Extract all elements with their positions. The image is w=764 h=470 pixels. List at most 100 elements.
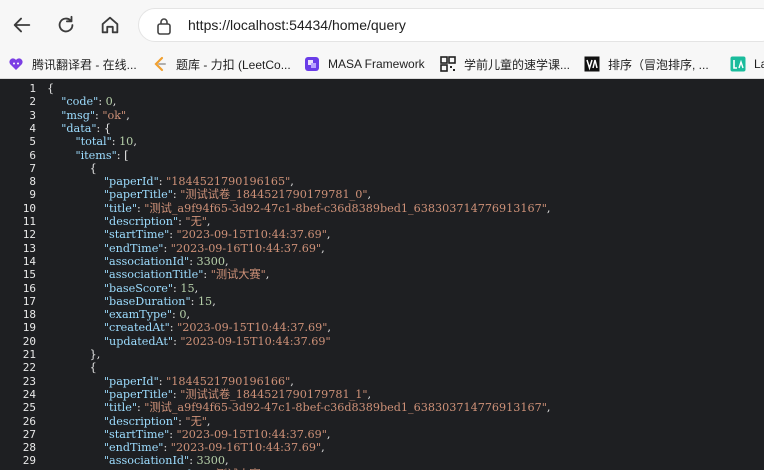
json-viewer[interactable]: 1 2 3 4 5 6 7 8 9 10 11 12 13 14 15 16 17 18 19 20 21 22 23 24 2…	[0, 79, 764, 470]
json-key: "examType"	[103, 308, 172, 322]
json-key: "description"	[103, 414, 179, 428]
url-text[interactable]: https://localhost:54434/home/query	[188, 17, 406, 33]
json-line: "paperTitle": "测试试卷_1844521790179781_1",	[47, 388, 371, 401]
json-line: "description": "无",	[47, 215, 211, 228]
address-bar[interactable]: https://localhost:54434/home/query	[138, 8, 764, 42]
json-punctuation	[47, 295, 104, 308]
json-number: 10	[119, 135, 134, 149]
bookmark-tencent-translate[interactable]: 腾讯翻译君 - 在线...	[8, 53, 137, 75]
json-line: "total": 10,	[47, 135, 136, 149]
json-punctuation: :	[189, 454, 197, 468]
bookmark-sort[interactable]: 排序（冒泡排序, ...	[584, 53, 709, 75]
json-line: "msg": "ok",	[47, 109, 130, 122]
json-punctuation: ,	[126, 108, 130, 122]
json-key: "updatedAt"	[103, 334, 174, 348]
json-string: "2023-09-15T10:44:37.69"	[176, 228, 327, 242]
line-number: 24	[22, 387, 36, 401]
json-punctuation: ,	[212, 294, 216, 308]
json-line: "data": {	[47, 122, 111, 135]
json-string: "测试试卷_1844521790179781_0"	[180, 188, 368, 202]
json-punctuation: ,	[265, 268, 270, 282]
back-arrow-icon	[13, 17, 31, 33]
line-number: 25	[22, 401, 36, 415]
json-punctuation: {	[47, 361, 97, 375]
json-line: "paperId": "1844521790196166",	[47, 375, 294, 388]
json-key: "associationId"	[103, 254, 190, 268]
json-line: "title": "测试_a9f94f65-3d92-47c1-8bef-c36…	[47, 401, 551, 414]
json-punctuation: },	[47, 348, 101, 361]
json-punctuation	[47, 122, 61, 135]
line-number: 27	[22, 427, 36, 441]
json-key: "endTime"	[103, 241, 164, 255]
bookmark-course[interactable]: 学前儿童的速学课...	[440, 53, 570, 75]
json-punctuation: ,	[367, 387, 372, 401]
json-line: "associationId": 3300,	[47, 255, 229, 268]
json-punctuation: ,	[225, 454, 229, 468]
json-punctuation: :	[158, 374, 167, 388]
json-key: "createdAt"	[103, 321, 170, 335]
json-punctuation: ,	[367, 188, 372, 202]
json-string: "2023-09-16T10:44:37.69"	[170, 241, 322, 255]
json-punctuation: {	[47, 82, 55, 95]
json-line: "updatedAt": "2023-09-15T10:44:37.69"	[47, 335, 331, 348]
json-line: "description": "无",	[47, 414, 211, 428]
json-string: "测试_a9f94f65-3d92-47c1-8bef-c36d8389bed1…	[144, 201, 547, 215]
json-punctuation: :	[98, 95, 106, 109]
bookmark-label: La	[754, 57, 764, 71]
json-key: "startTime"	[103, 427, 170, 441]
lock-icon[interactable]	[156, 17, 172, 35]
json-key: "items"	[75, 148, 117, 162]
json-key: "code"	[61, 95, 99, 109]
json-line: "items": [	[47, 148, 128, 162]
json-line: {	[47, 162, 97, 175]
json-line: {	[47, 82, 54, 95]
json-key: "msg"	[61, 108, 96, 122]
json-punctuation	[47, 454, 104, 467]
json-punctuation: ,	[112, 95, 117, 109]
json-key: "title"	[103, 201, 137, 215]
json-line: "createdAt": "2023-09-15T10:44:37.69",	[47, 321, 331, 334]
line-number: 22	[22, 361, 36, 375]
json-string: "2023-09-15T10:44:37.69"	[176, 427, 327, 441]
bookmark-la[interactable]: La	[730, 53, 764, 75]
json-punctuation: ,	[290, 374, 294, 388]
json-punctuation	[47, 441, 104, 454]
json-line: {	[47, 361, 97, 374]
json-punctuation: : {	[96, 121, 111, 135]
line-number: 15	[22, 268, 36, 282]
line-number: 17	[22, 294, 36, 308]
json-punctuation: ,	[290, 175, 294, 189]
json-number: 15	[180, 281, 195, 295]
json-punctuation	[47, 375, 104, 388]
leetcode-icon	[152, 56, 168, 72]
json-string: "2023-09-16T10:44:37.69"	[170, 441, 322, 455]
reload-button[interactable]	[50, 9, 82, 41]
json-punctuation	[47, 321, 104, 334]
line-number: 26	[22, 414, 36, 428]
reload-icon	[58, 15, 74, 33]
json-key: "description"	[103, 215, 179, 228]
json-punctuation	[47, 255, 104, 268]
json-punctuation	[47, 188, 104, 201]
bookmark-masa[interactable]: MASA Framework	[304, 53, 425, 75]
json-string: "无"	[185, 215, 207, 228]
bookmark-leetcode[interactable]: 题库 - 力扣 (LeetCo...	[152, 53, 291, 75]
line-number: 2	[29, 95, 36, 109]
json-punctuation	[47, 228, 104, 241]
json-punctuation: {	[47, 161, 97, 175]
json-key: "total"	[75, 135, 112, 149]
back-button[interactable]	[6, 9, 38, 41]
json-punctuation	[47, 388, 104, 401]
line-number: 13	[22, 241, 36, 255]
json-punctuation: ,	[546, 201, 551, 215]
json-punctuation	[47, 149, 75, 162]
json-number: 3300	[196, 254, 226, 268]
json-punctuation: :	[169, 228, 177, 242]
la-icon	[730, 56, 746, 72]
home-button[interactable]	[94, 9, 126, 41]
json-punctuation	[47, 135, 75, 148]
json-punctuation: :	[189, 254, 197, 268]
json-punctuation: :	[169, 321, 178, 335]
json-punctuation: ,	[225, 254, 229, 268]
json-key: "data"	[61, 121, 97, 135]
